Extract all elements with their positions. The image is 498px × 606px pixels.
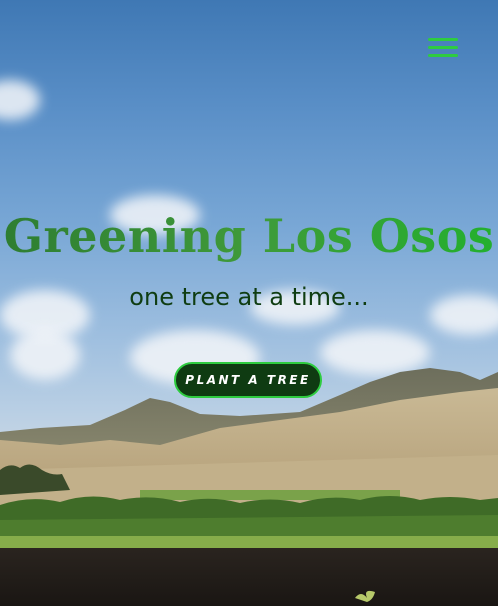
hero-section: Greening Los Osos one tree at a time... … — [0, 0, 498, 606]
menu-button[interactable] — [428, 38, 458, 60]
plant-a-tree-button[interactable]: PLANT A TREE — [174, 362, 322, 398]
hamburger-menu-icon — [428, 46, 458, 49]
hamburger-menu-icon — [428, 38, 458, 41]
page-title: Greening Los Osos — [0, 206, 498, 266]
page-tagline: one tree at a time... — [129, 283, 369, 311]
hamburger-menu-icon — [428, 54, 458, 57]
